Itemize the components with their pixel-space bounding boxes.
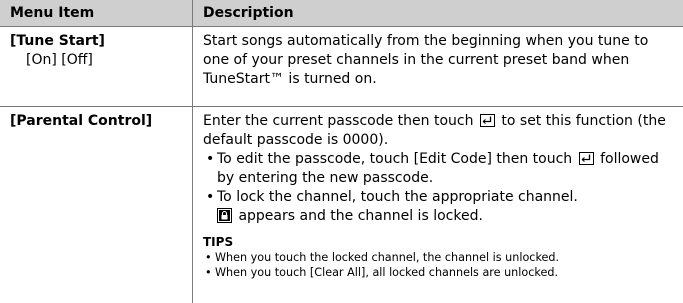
bullet-edit-passcode: To edit the passcode, touch [Edit Code] …	[203, 150, 673, 188]
table-row-tune-start: [Tune Start] [On] [Off] Start songs auto…	[0, 27, 683, 107]
description-text: Start songs automatically from the begin…	[203, 33, 649, 87]
table-row-parental-control: [Parental Control] Enter the current pas…	[0, 107, 683, 303]
enter-key-icon	[578, 152, 594, 165]
header-description: Description	[203, 5, 294, 21]
menu-table: Menu Item Description [Tune Start] [On] …	[0, 0, 683, 303]
description-cell: Enter the current passcode then touch to…	[193, 107, 683, 303]
lock-icon	[217, 208, 232, 223]
description-before-icon: Enter the current passcode then touch	[203, 113, 474, 129]
menu-item-cell: [Tune Start] [On] [Off]	[0, 27, 193, 106]
menu-item-options: [On] [Off]	[26, 52, 93, 68]
tips-heading: TIPS	[203, 235, 234, 249]
enter-key-icon	[479, 114, 495, 127]
menu-item-name: [Parental Control]	[10, 113, 153, 129]
tip-item: When you touch [Clear All], all locked c…	[203, 265, 673, 280]
description-text: Enter the current passcode then touch to…	[203, 112, 673, 150]
description-cell: Start songs automatically from the begin…	[193, 27, 683, 106]
bullet-text: To lock the channel, touch the appropria…	[217, 189, 578, 205]
bullet-text-after-icon: appears and the channel is locked.	[238, 208, 483, 224]
bullet-lock-channel: To lock the channel, touch the appropria…	[203, 188, 673, 226]
header-menu-item: Menu Item	[0, 0, 193, 26]
menu-item-name: [Tune Start]	[10, 33, 105, 49]
menu-item-cell: [Parental Control]	[0, 107, 193, 303]
bullet-text-before-icon: To edit the passcode, touch [Edit Code] …	[217, 151, 573, 167]
tip-item: When you touch the locked channel, the c…	[203, 250, 673, 265]
table-header-row: Menu Item Description	[0, 0, 683, 27]
